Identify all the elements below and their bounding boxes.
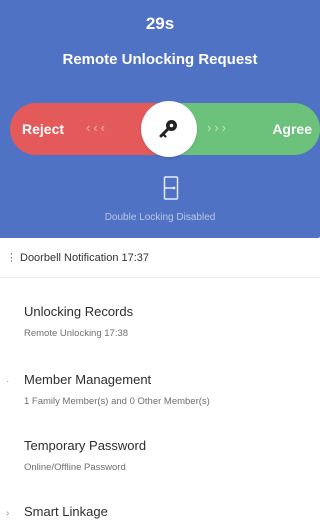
menu-item-subtitle: Remote Unlocking 17:38	[24, 328, 129, 339]
key-icon	[159, 120, 177, 138]
agree-arrows: ›››	[207, 120, 229, 135]
menu-item-temporary-password[interactable]: Temporary Password Online/Offline Passwo…	[0, 438, 320, 498]
menu-item-title: Member Management	[24, 372, 152, 387]
countdown-timer: 29s	[145, 14, 175, 33]
reject-label[interactable]: Reject	[22, 121, 64, 137]
menu-item-subtitle: Online/Offline Password	[24, 462, 126, 473]
menu-item-smart-linkage[interactable]: › Smart Linkage	[0, 504, 320, 532]
menu-item-subtitle: 1 Family Member(s) and 0 Other Member(s)	[24, 396, 210, 407]
agree-label[interactable]: Agree	[272, 121, 312, 137]
menu-item-title: Temporary Password	[24, 438, 147, 453]
bullet-icon: ⋮	[6, 252, 17, 264]
menu-item-title: Unlocking Records	[24, 304, 134, 319]
edge-marker-icon: ›	[6, 508, 10, 519]
unlock-decision-slider[interactable]: Reject ‹‹‹ ››› Agree	[10, 101, 320, 157]
unlock-request-panel: 29s Remote Unlocking Request Reject ‹‹‹ …	[0, 0, 320, 238]
edge-marker-icon: ·	[6, 376, 10, 387]
menu-item-unlocking-records[interactable]: Unlocking Records Remote Unlocking 17:38	[0, 304, 320, 364]
menu-item-title: Smart Linkage	[24, 504, 108, 519]
door-unlocked-icon	[163, 176, 179, 200]
double-locking-status: Double Locking Disabled	[104, 212, 216, 223]
reject-arrows: ‹‹‹	[86, 120, 108, 135]
menu-item-member-management[interactable]: · Member Management 1 Family Member(s) a…	[0, 372, 320, 432]
request-title: Remote Unlocking Request	[62, 51, 258, 68]
doorbell-notification-row[interactable]: ⋮ Doorbell Notification 17:37	[0, 238, 320, 278]
doorbell-notification-text: Doorbell Notification 17:37	[20, 252, 150, 264]
slider-knob[interactable]	[141, 101, 197, 157]
